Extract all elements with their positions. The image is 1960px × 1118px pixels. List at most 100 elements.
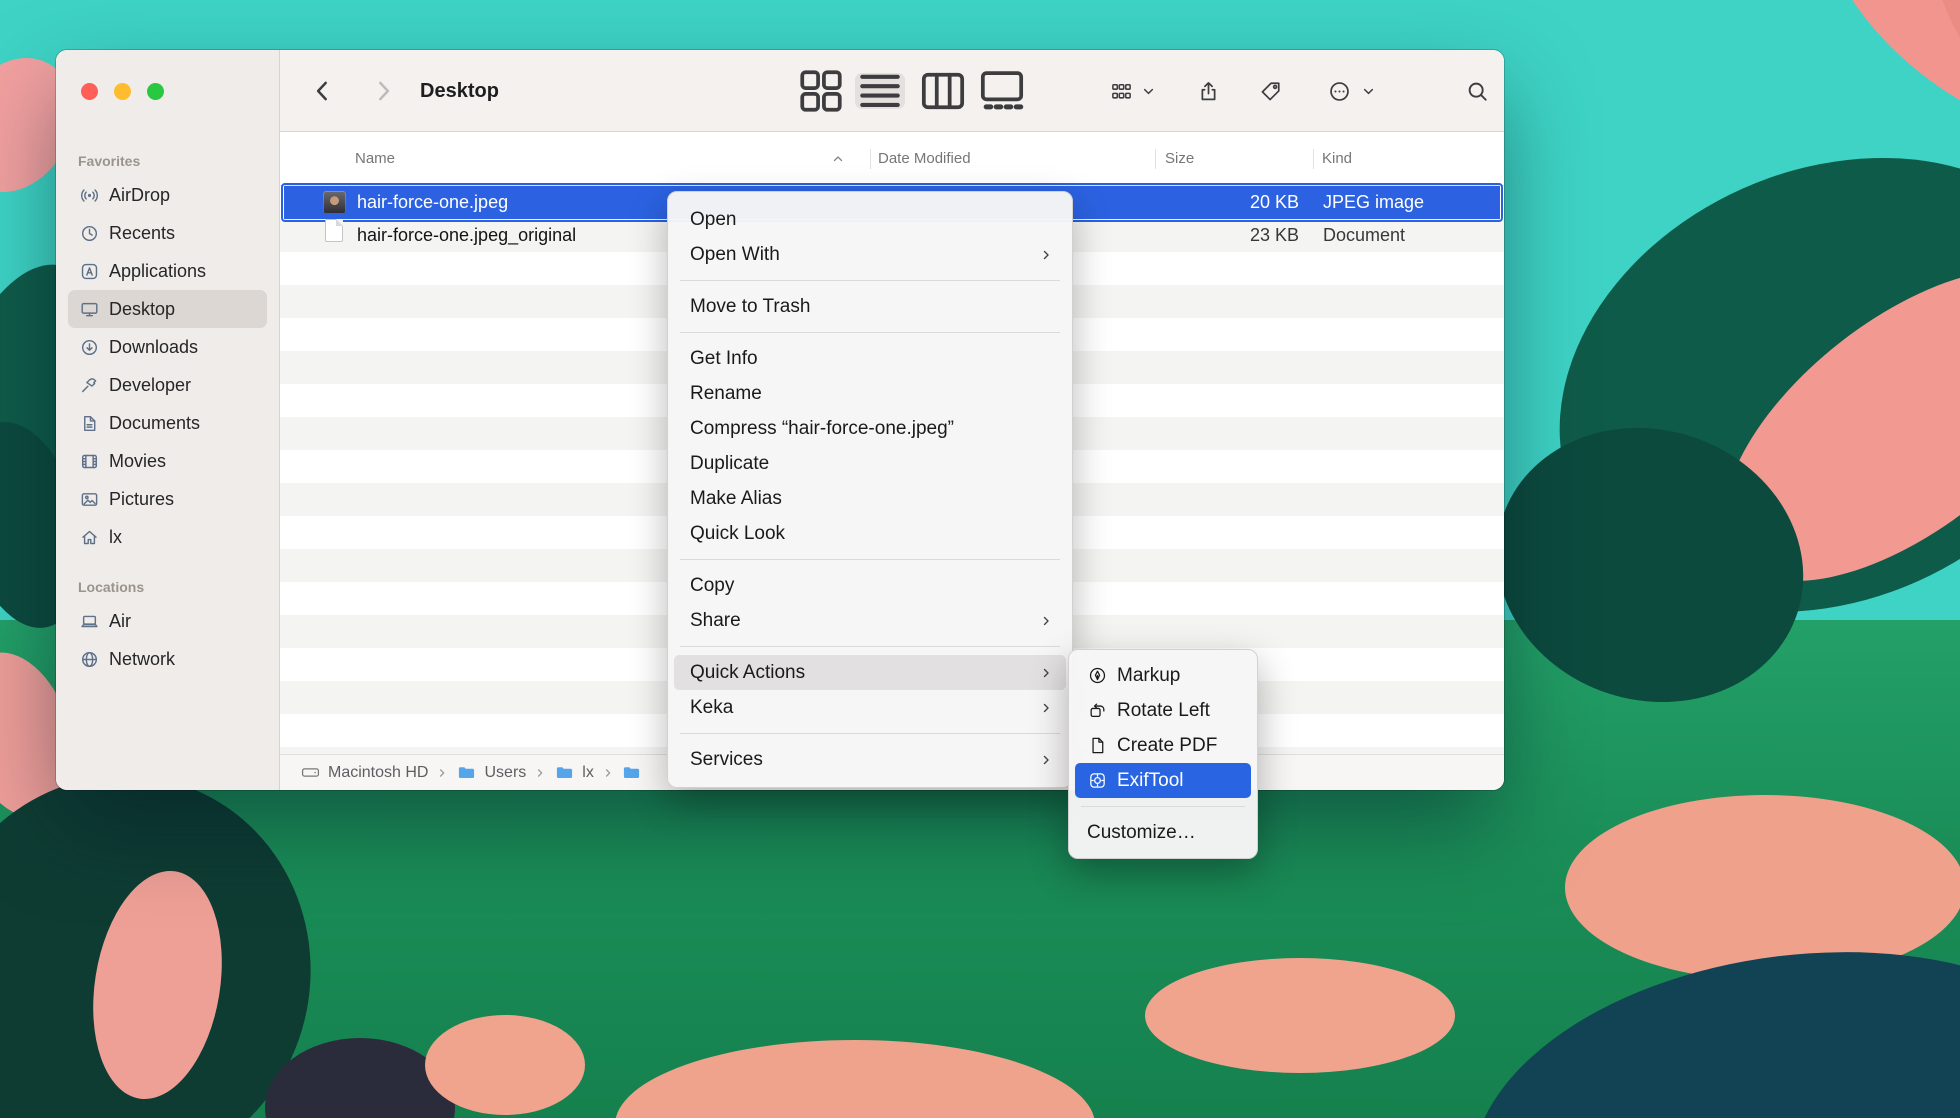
icon-view-button[interactable] (796, 73, 846, 109)
document-file-icon (325, 219, 343, 242)
sidebar-item-label: lx (109, 527, 122, 548)
toolbar: Desktop (280, 50, 1504, 132)
submenu-item-customize[interactable]: Customize… (1075, 815, 1251, 850)
path-item-folder[interactable] (622, 763, 642, 783)
list-view-button[interactable] (855, 73, 905, 109)
zoom-button[interactable] (147, 83, 164, 100)
sidebar-item-recents[interactable]: Recents (68, 214, 267, 252)
gallery-view-button[interactable] (977, 73, 1027, 109)
more-actions-button[interactable] (1328, 73, 1375, 109)
sidebar-item-developer[interactable]: Developer (68, 366, 267, 404)
sidebar-item-movies[interactable]: Movies (68, 442, 267, 480)
menu-item-label: Open (690, 209, 736, 231)
file-kind: JPEG image (1323, 186, 1424, 219)
create-pdf-icon (1087, 736, 1107, 756)
submenu-item-label: Create PDF (1117, 735, 1217, 757)
forward-button[interactable] (370, 78, 396, 104)
submenu-item-create-pdf[interactable]: Create PDF (1075, 728, 1251, 763)
column-header-kind[interactable]: Kind (1322, 132, 1352, 186)
sidebar-item-pictures[interactable]: Pictures (68, 480, 267, 518)
sidebar-item-downloads[interactable]: Downloads (68, 328, 267, 366)
menu-item-label: Make Alias (690, 488, 782, 510)
sidebar-item-air[interactable]: Air (68, 602, 267, 640)
menu-item-move-to-trash[interactable]: Move to Trash (674, 289, 1066, 324)
applications-icon (78, 260, 100, 282)
sidebar-item-label: Air (109, 611, 131, 632)
menu-item-get-info[interactable]: Get Info (674, 341, 1066, 376)
sidebar-item-label: Network (109, 649, 175, 670)
path-item-lx[interactable]: lx (554, 763, 594, 783)
home-icon (78, 526, 100, 548)
menu-item-rename[interactable]: Rename (674, 376, 1066, 411)
close-button[interactable] (81, 83, 98, 100)
path-item-macintosh-hd[interactable]: Macintosh HD (300, 763, 428, 783)
column-view-button[interactable] (918, 73, 968, 109)
path-label: lx (582, 764, 594, 782)
folder-icon (554, 763, 574, 783)
menu-separator (680, 646, 1060, 647)
menu-item-label: Compress “hair-force-one.jpeg” (690, 418, 954, 440)
laptop-icon (78, 610, 100, 632)
tags-button[interactable] (1259, 73, 1282, 109)
sidebar-body: Favorites AirDrop Recents Applications D… (68, 146, 267, 678)
chevron-right-icon (437, 768, 447, 778)
sidebar-item-network[interactable]: Network (68, 640, 267, 678)
context-menu: Open Open With Move to Trash Get Info Re… (667, 191, 1073, 788)
file-size: 23 KB (1155, 219, 1299, 252)
wallpaper-shape (1565, 795, 1960, 980)
menu-item-quick-actions[interactable]: Quick Actions (674, 655, 1066, 690)
sidebar-item-desktop[interactable]: Desktop (68, 290, 267, 328)
document-icon (78, 412, 100, 434)
column-header-size[interactable]: Size (1165, 132, 1194, 186)
menu-item-keka[interactable]: Keka (674, 690, 1066, 725)
menu-item-open[interactable]: Open (674, 202, 1066, 237)
back-button[interactable] (310, 78, 336, 104)
menu-item-label: Copy (690, 575, 734, 597)
jpeg-thumbnail-icon (323, 191, 346, 214)
submenu-arrow-icon (1040, 667, 1052, 679)
sidebar-item-lx[interactable]: lx (68, 518, 267, 556)
menu-item-share[interactable]: Share (674, 603, 1066, 638)
airdrop-icon (78, 184, 100, 206)
menu-item-quick-look[interactable]: Quick Look (674, 516, 1066, 551)
menu-item-compress[interactable]: Compress “hair-force-one.jpeg” (674, 411, 1066, 446)
folder-icon (456, 763, 476, 783)
submenu-arrow-icon (1040, 702, 1052, 714)
menu-item-services[interactable]: Services (674, 742, 1066, 777)
sidebar-item-label: Recents (109, 223, 175, 244)
minimize-button[interactable] (114, 83, 131, 100)
menu-item-duplicate[interactable]: Duplicate (674, 446, 1066, 481)
menu-item-label: Services (690, 749, 763, 771)
submenu-item-exiftool[interactable]: ExifTool (1075, 763, 1251, 798)
menu-item-open-with[interactable]: Open With (674, 237, 1066, 272)
clock-icon (78, 222, 100, 244)
sidebar-item-label: Desktop (109, 299, 175, 320)
share-button[interactable] (1197, 73, 1220, 109)
sidebar-item-label: Pictures (109, 489, 174, 510)
column-header-date-modified[interactable]: Date Modified (878, 132, 971, 186)
film-icon (78, 450, 100, 472)
submenu-item-rotate-left[interactable]: Rotate Left (1075, 693, 1251, 728)
sidebar-item-documents[interactable]: Documents (68, 404, 267, 442)
sidebar-item-applications[interactable]: Applications (68, 252, 267, 290)
submenu-item-label: Rotate Left (1117, 700, 1210, 722)
menu-item-label: Quick Actions (690, 662, 805, 684)
desktop-icon (78, 298, 100, 320)
group-button[interactable] (1110, 73, 1155, 109)
column-header-name[interactable]: Name (355, 132, 395, 186)
menu-item-copy[interactable]: Copy (674, 568, 1066, 603)
menu-item-label: Share (690, 610, 741, 632)
sidebar-section-favorites: Favorites (68, 146, 267, 176)
search-button[interactable] (1466, 73, 1489, 109)
wallpaper-shape (425, 1015, 585, 1115)
submenu-item-markup[interactable]: Markup (1075, 658, 1251, 693)
menu-item-label: Get Info (690, 348, 758, 370)
sidebar: Favorites AirDrop Recents Applications D… (56, 50, 280, 790)
sidebar-item-airdrop[interactable]: AirDrop (68, 176, 267, 214)
menu-item-make-alias[interactable]: Make Alias (674, 481, 1066, 516)
exiftool-icon (1087, 771, 1107, 791)
path-item-users[interactable]: Users (456, 763, 526, 783)
disk-icon (300, 763, 320, 783)
file-name: hair-force-one.jpeg_original (357, 219, 576, 252)
submenu-arrow-icon (1040, 249, 1052, 261)
